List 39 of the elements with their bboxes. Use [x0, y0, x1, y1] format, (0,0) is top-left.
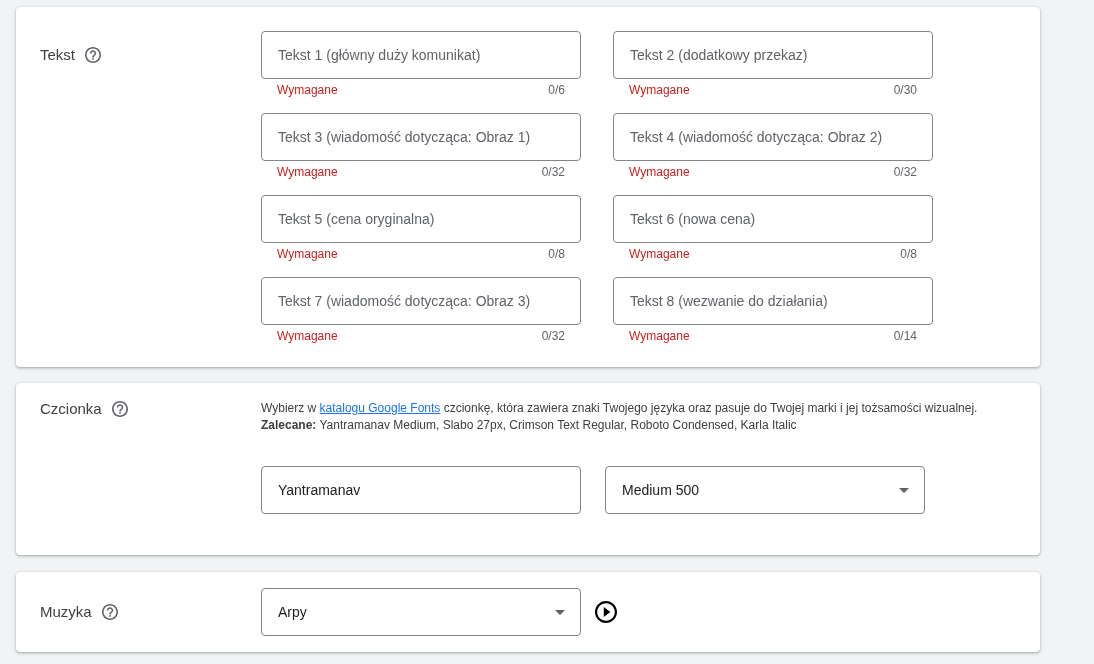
- char-counter: 0/8: [548, 247, 565, 261]
- section-label: Czcionka: [40, 400, 102, 418]
- char-counter: 0/32: [541, 165, 565, 179]
- help-icon[interactable]: [85, 47, 101, 63]
- text-input[interactable]: Tekst 7 (wiadomość dotycząca: Obraz 3): [261, 277, 581, 325]
- required-hint: Wymagane: [629, 83, 690, 97]
- required-hint: Wymagane: [629, 247, 690, 261]
- text-input[interactable]: Tekst 1 (główny duży komunikat): [261, 31, 581, 79]
- font-description: Wybierz w katalogu Google Fonts czcionkę, która zawiera znaki Twojego języka oraz pasuje do Twojej marki i jej tożsamości wizualnej.: [261, 400, 979, 417]
- help-icon[interactable]: [101, 604, 118, 620]
- caret-icon: [899, 487, 909, 493]
- char-counter: 0/32: [541, 329, 565, 343]
- play-icon[interactable]: [595, 601, 617, 623]
- text-input[interactable]: Tekst 8 (wezwanie do działania): [613, 277, 933, 325]
- recommended-fonts: Zalecane: Yantramanav Medium, Slabo 27px, Crimson Text Regular, Roboto Condensed, Karla Italic: [261, 417, 798, 434]
- required-hint: Wymagane: [277, 165, 338, 179]
- required-hint: Wymagane: [629, 329, 690, 343]
- char-counter: 0/8: [900, 247, 917, 261]
- text-input[interactable]: Tekst 6 (nowa cena): [613, 195, 933, 243]
- text-input[interactable]: Tekst 4 (wiadomość dotycząca: Obraz 2): [613, 113, 933, 161]
- section-label: Tekst: [40, 46, 75, 64]
- caret-icon: [555, 609, 565, 615]
- section-label: Muzyka: [40, 603, 92, 621]
- google-fonts-link[interactable]: katalogu Google Fonts: [319, 401, 441, 415]
- char-counter: 0/30: [893, 83, 917, 97]
- char-counter: 0/14: [893, 329, 917, 343]
- required-hint: Wymagane: [277, 329, 338, 343]
- required-hint: Wymagane: [277, 247, 338, 261]
- char-counter: 0/32: [893, 165, 917, 179]
- required-hint: Wymagane: [277, 83, 338, 97]
- text-input[interactable]: Tekst 5 (cena oryginalna): [261, 195, 581, 243]
- music-dropdown[interactable]: Arpy: [261, 588, 581, 636]
- font-weight-dropdown[interactable]: Medium 500: [605, 466, 925, 514]
- help-icon[interactable]: [111, 401, 128, 417]
- required-hint: Wymagane: [629, 165, 690, 179]
- text-input[interactable]: Tekst 3 (wiadomość dotycząca: Obraz 1): [261, 113, 581, 161]
- char-counter: 0/6: [548, 83, 565, 97]
- text-input[interactable]: Tekst 2 (dodatkowy przekaz): [613, 31, 933, 79]
- font-family-input[interactable]: Yantramanav: [261, 466, 581, 514]
